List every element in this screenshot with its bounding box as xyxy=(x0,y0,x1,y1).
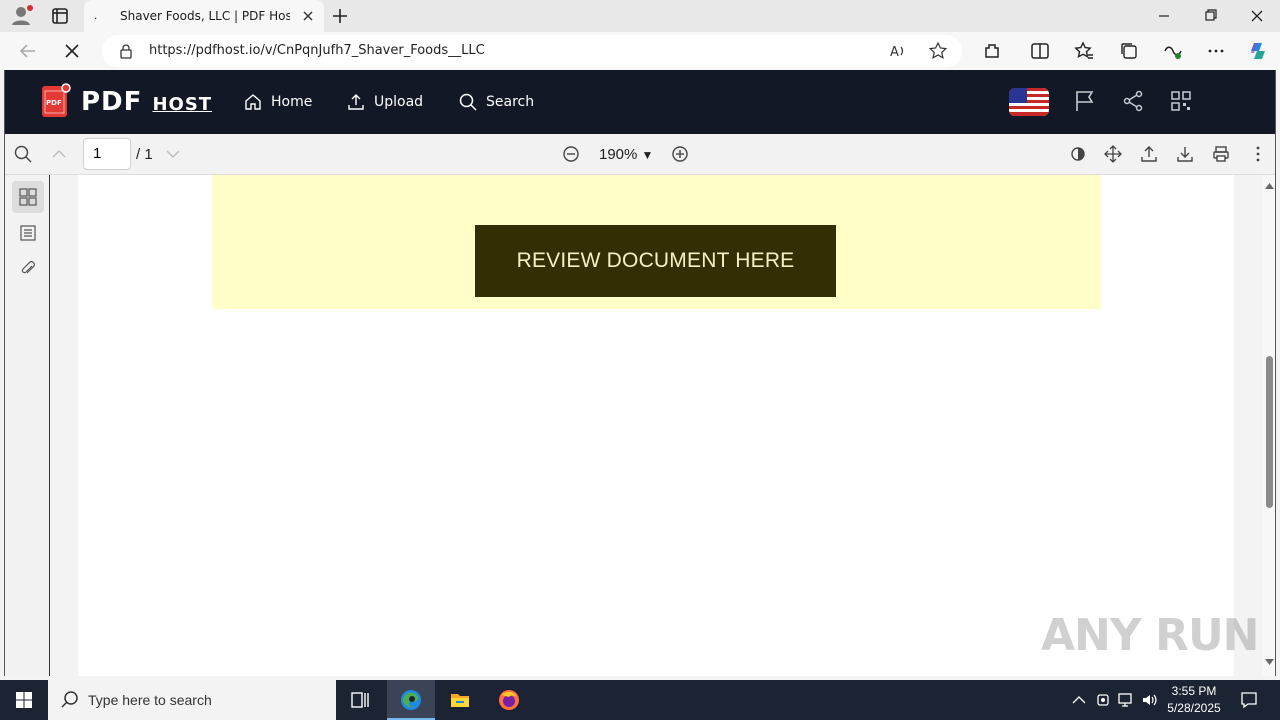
back-button[interactable] xyxy=(16,39,40,63)
site-header: PDF PDF HOST Home Upload Search xyxy=(5,70,1275,134)
favorite-star-icon[interactable] xyxy=(928,41,948,61)
logo-sub-text: HOST xyxy=(152,94,213,115)
pdf-logo-icon[interactable]: PDF xyxy=(41,83,71,119)
flag-icon[interactable] xyxy=(1072,88,1098,114)
site-logo[interactable]: PDF HOST xyxy=(81,87,212,117)
taskbar-file-explorer[interactable] xyxy=(436,680,484,720)
meet-now-icon[interactable] xyxy=(1094,691,1112,709)
tab-actions-icon[interactable] xyxy=(48,4,72,28)
lock-icon[interactable] xyxy=(118,43,134,59)
vertical-scrollbar[interactable] xyxy=(1262,175,1275,676)
outline-icon[interactable] xyxy=(12,217,44,249)
share-icon[interactable] xyxy=(1120,88,1146,114)
tab-favicon: . xyxy=(94,8,98,22)
browser-essentials-icon[interactable] xyxy=(1161,39,1185,63)
download-icon[interactable] xyxy=(1175,144,1195,164)
profile-icon[interactable] xyxy=(8,4,36,28)
notifications-icon[interactable] xyxy=(1239,690,1259,710)
tab-title: Shaver Foods, LLC | PDF Host xyxy=(120,9,290,23)
folder-icon xyxy=(451,694,469,707)
zoom-out-icon[interactable] xyxy=(561,144,581,164)
nav-upload-label: Upload xyxy=(374,94,424,110)
upload-file-icon[interactable] xyxy=(1139,144,1159,164)
nav-search-label: Search xyxy=(486,94,535,110)
volume-icon[interactable] xyxy=(1141,691,1159,709)
clock-time: 3:55 PM xyxy=(1171,684,1217,698)
viewer-sidebar xyxy=(5,175,50,676)
task-view-button[interactable] xyxy=(336,680,384,720)
find-icon[interactable] xyxy=(13,144,33,164)
taskbar-edge[interactable] xyxy=(387,680,435,720)
windows-logo-icon xyxy=(16,692,32,708)
nav-home[interactable]: Home xyxy=(243,92,312,112)
tray-chevron-icon[interactable] xyxy=(1070,691,1088,709)
zoom-level-value: 190% xyxy=(599,146,638,163)
clock-date: 5/28/2025 xyxy=(1167,701,1221,715)
browser-tab-bar: . Shaver Foods, LLC | PDF Host xyxy=(0,0,1280,32)
theme-toggle-icon[interactable] xyxy=(1068,144,1088,164)
qr-code-icon[interactable] xyxy=(1168,88,1194,114)
attachments-icon[interactable] xyxy=(12,253,44,285)
read-aloud-icon[interactable]: A xyxy=(888,41,908,61)
nav-search[interactable]: Search xyxy=(458,92,534,112)
page-total: / 1 xyxy=(136,146,153,163)
document-banner: REVIEW DOCUMENT HERE xyxy=(212,175,1101,309)
active-tab[interactable]: . Shaver Foods, LLC | PDF Host xyxy=(84,0,324,32)
new-tab-button[interactable] xyxy=(330,6,350,26)
zoom-in-icon[interactable] xyxy=(670,144,690,164)
search-icon xyxy=(61,691,78,708)
search-icon xyxy=(459,93,477,111)
taskbar-firefox[interactable] xyxy=(485,680,533,720)
home-icon xyxy=(245,94,261,110)
review-document-button[interactable]: REVIEW DOCUMENT HERE xyxy=(475,225,836,297)
collections-icon[interactable] xyxy=(1117,39,1141,63)
edge-icon xyxy=(401,690,421,710)
thumbnails-icon[interactable] xyxy=(12,181,44,213)
us-flag-icon[interactable] xyxy=(1008,87,1050,117)
previous-page-icon[interactable] xyxy=(49,144,69,164)
address-bar[interactable]: https://pdfhost.io/v/CnPqnJufh7_Shaver_F… xyxy=(102,35,962,67)
stop-loading-button[interactable] xyxy=(60,39,84,63)
windows-taskbar: Type here to search 3:55 PM 5/28/2025 xyxy=(0,680,1280,720)
page-number-input[interactable]: 1 xyxy=(83,138,131,170)
upload-icon xyxy=(348,94,364,110)
svg-text:A: A xyxy=(890,45,899,60)
start-button[interactable] xyxy=(0,680,48,720)
nav-upload[interactable]: Upload xyxy=(346,92,423,112)
pdf-viewer-toolbar: 1 / 1 190% ▼ xyxy=(5,134,1275,175)
zoom-level-select[interactable]: 190% ▼ xyxy=(599,146,653,163)
zoom-caret-icon: ▼ xyxy=(641,148,654,162)
system-clock[interactable]: 3:55 PM 5/28/2025 xyxy=(1162,683,1226,717)
url-text[interactable]: https://pdfhost.io/v/CnPqnJufh7_Shaver_F… xyxy=(149,43,485,58)
print-icon[interactable] xyxy=(1211,144,1231,164)
taskbar-search-box[interactable]: Type here to search xyxy=(48,680,336,720)
firefox-icon xyxy=(499,690,519,710)
anyrun-watermark: ANY RUN xyxy=(1041,610,1259,661)
more-options-icon[interactable] xyxy=(1204,39,1228,63)
browser-nav-bar: https://pdfhost.io/v/CnPqnJufh7_Shaver_F… xyxy=(0,32,1280,70)
pdf-viewer-area: REVIEW DOCUMENT HERE xyxy=(50,175,1262,676)
web-page: PDF PDF HOST Home Upload Search 1 / 1 19… xyxy=(4,70,1276,676)
taskbar-search-placeholder: Type here to search xyxy=(88,692,212,708)
restore-button[interactable] xyxy=(1196,4,1224,28)
logo-main-text: PDF xyxy=(81,87,143,117)
scrollbar-thumb[interactable] xyxy=(1266,356,1273,508)
close-window-button[interactable] xyxy=(1243,4,1271,28)
split-screen-icon[interactable] xyxy=(1028,39,1052,63)
minimize-button[interactable] xyxy=(1150,4,1178,28)
tab-close-icon[interactable] xyxy=(300,8,316,24)
scroll-up-icon[interactable] xyxy=(1265,183,1274,189)
next-page-icon[interactable] xyxy=(163,144,183,164)
extensions-icon[interactable] xyxy=(980,39,1004,63)
pan-icon[interactable] xyxy=(1103,144,1123,164)
scroll-down-icon[interactable] xyxy=(1265,659,1274,665)
favorites-icon[interactable] xyxy=(1072,39,1096,63)
network-icon[interactable] xyxy=(1117,691,1135,709)
svg-text:PDF: PDF xyxy=(46,99,62,107)
task-view-icon xyxy=(351,692,369,708)
pdf-page: REVIEW DOCUMENT HERE xyxy=(78,175,1234,676)
nav-home-label: Home xyxy=(271,94,313,110)
more-tools-icon[interactable] xyxy=(1248,144,1268,164)
copilot-icon[interactable] xyxy=(1246,39,1270,63)
